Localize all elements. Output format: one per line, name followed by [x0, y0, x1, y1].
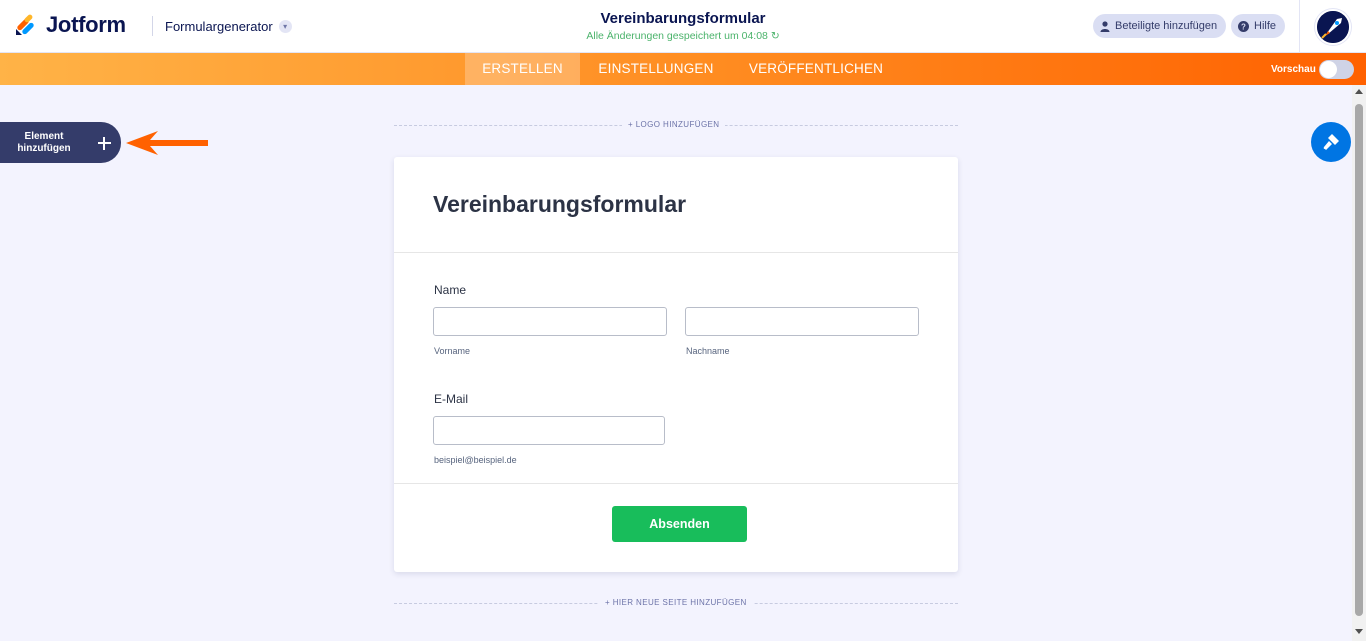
preview-toggle-knob	[1320, 61, 1337, 78]
tab-einstellungen[interactable]: EINSTELLUNGEN	[588, 53, 724, 85]
rocket-avatar-icon[interactable]	[1315, 8, 1351, 45]
footer-separator	[394, 483, 958, 484]
add-element-button[interactable]: Element hinzufügen	[0, 122, 121, 163]
help-label: Hilfe	[1254, 20, 1277, 32]
email-sublabel: beispiel@beispiel.de	[434, 455, 517, 465]
preview-label: Vorschau	[1271, 64, 1316, 75]
header-separator	[394, 252, 958, 253]
form-card: Vereinbarungsformular Name Vorname Nachn…	[394, 157, 958, 572]
refresh-icon: ↻	[770, 30, 780, 42]
name-field-label: Name	[434, 283, 467, 297]
svg-text:?: ?	[1241, 22, 1246, 31]
add-page-link[interactable]: + HIER NEUE SEITE HINZUFÜGEN	[599, 598, 753, 607]
help-button[interactable]: ? Hilfe	[1231, 14, 1286, 38]
add-logo-link[interactable]: + LOGO HINZUFÜGEN	[622, 120, 726, 129]
scrollbar-thumb[interactable]	[1355, 104, 1363, 616]
email-input[interactable]	[433, 416, 665, 445]
plus-icon	[93, 132, 115, 154]
saved-status-text: Alle Änderungen gespeichert um 04:08	[586, 30, 768, 42]
preview-toggle[interactable]	[1319, 60, 1354, 79]
help-icon: ?	[1238, 20, 1249, 32]
last-name-input[interactable]	[685, 307, 919, 336]
last-name-sublabel: Nachname	[686, 346, 730, 356]
add-participants-button[interactable]: Beteiligte hinzufügen	[1093, 14, 1227, 38]
tab-erstellen[interactable]: ERSTELLEN	[465, 53, 580, 85]
submit-button[interactable]: Absenden	[612, 506, 747, 542]
add-participants-label: Beteiligte hinzufügen	[1115, 20, 1218, 32]
scroll-down-icon[interactable]	[1355, 629, 1363, 634]
tab-veroeffentlichen[interactable]: VERÖFFENTLICHEN	[740, 53, 892, 85]
form-heading[interactable]: Vereinbarungsformular	[433, 191, 686, 218]
paint-roller-icon	[1323, 134, 1339, 150]
first-name-sublabel: Vorname	[434, 346, 471, 356]
arrow-left-icon	[126, 131, 208, 155]
user-icon	[1100, 20, 1110, 32]
top-header: Jotform Formulargenerator ▾ Vereinbarung…	[0, 0, 1366, 53]
form-designer-button[interactable]	[1311, 122, 1351, 162]
add-element-label: Element hinzufügen	[17, 130, 71, 154]
account-area	[1299, 0, 1366, 53]
scroll-up-icon[interactable]	[1355, 89, 1363, 94]
first-name-input[interactable]	[433, 307, 667, 336]
builder-nav: ERSTELLEN EINSTELLUNGEN VERÖFFENTLICHEN …	[0, 53, 1366, 85]
email-field-label: E-Mail	[434, 392, 469, 406]
